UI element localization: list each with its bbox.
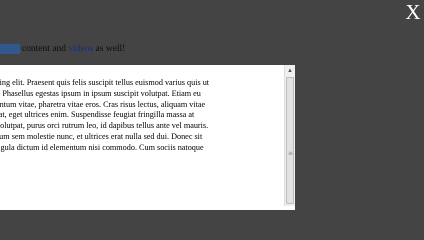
vertical-scrollbar[interactable]: ▲ ≡ <box>284 65 295 206</box>
caption-text: more content and videos as well! <box>0 43 125 55</box>
highlighted-word: more <box>0 44 20 54</box>
paragraph-line: sum sem molestie nunc, et ultrices erat … <box>0 131 203 141</box>
paragraph-line: i. Phasellus egestas ipsum in ipsum susc… <box>0 88 201 98</box>
grip-icon: ≡ <box>288 150 294 157</box>
close-button[interactable]: X <box>402 0 424 24</box>
paragraph-line: ligula dictum id elementum nisi commodo.… <box>0 142 204 152</box>
caption-text-part: content and <box>19 44 69 54</box>
scroll-thumb[interactable]: ≡ <box>286 77 294 204</box>
paragraph-line: entum vitae, pharetra vitae eros. Cras r… <box>0 99 206 109</box>
modal-text-body: cing elit. Praesent quis felis suscipit … <box>0 78 286 154</box>
paragraph-line: cing elit. Praesent quis felis suscipit … <box>0 78 210 87</box>
caption-text-end: as well! <box>93 44 126 54</box>
paragraph-line: rat, eget ultrices enim. Suspendisse feu… <box>0 110 195 120</box>
modal-content-panel: cing elit. Praesent quis felis suscipit … <box>0 65 295 210</box>
scroll-up-arrow-icon[interactable]: ▲ <box>285 66 295 76</box>
videos-link[interactable]: videos <box>68 44 93 54</box>
paragraph-line: volutpat, purus orci rutrum leo, id dapi… <box>0 121 209 131</box>
